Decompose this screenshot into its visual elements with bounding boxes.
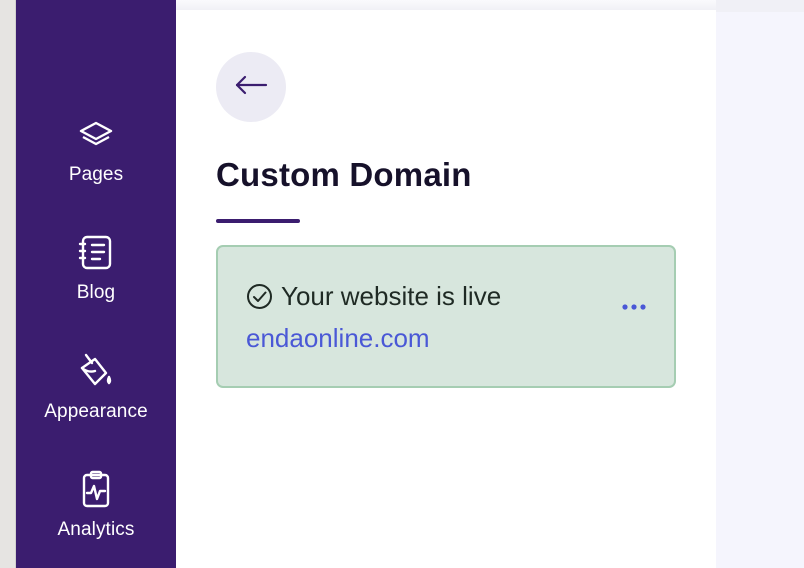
sidebar-item-appearance[interactable]: Appearance bbox=[16, 351, 176, 423]
status-row: Your website is live bbox=[246, 281, 501, 312]
more-horizontal-icon bbox=[621, 298, 647, 316]
right-content-area bbox=[716, 0, 804, 568]
title-underline bbox=[216, 219, 300, 223]
sidebar-item-label: Blog bbox=[76, 282, 116, 303]
domain-link[interactable]: endaonline.com bbox=[246, 323, 430, 354]
paint-bucket-icon bbox=[76, 351, 116, 391]
right-content-top bbox=[716, 0, 804, 12]
sidebar-item-analytics[interactable]: Analytics bbox=[16, 469, 176, 541]
check-circle-icon bbox=[246, 283, 273, 310]
domain-status-card: Your website is live endaonline.com bbox=[216, 245, 676, 388]
sidebar-item-label: Appearance bbox=[44, 401, 148, 422]
more-options-button[interactable] bbox=[614, 295, 654, 319]
sidebar-item-pages[interactable]: Pages bbox=[16, 114, 176, 186]
arrow-left-icon bbox=[233, 73, 269, 102]
notebook-icon bbox=[76, 232, 116, 272]
status-text: Your website is live bbox=[281, 281, 502, 311]
sidebar: Pages Blog Appearance Analytics bbox=[16, 0, 176, 568]
back-button[interactable] bbox=[216, 52, 286, 122]
window-edge bbox=[0, 0, 16, 568]
layers-icon bbox=[76, 114, 116, 154]
page-title: Custom Domain bbox=[216, 156, 472, 193]
clipboard-pulse-icon bbox=[76, 469, 116, 509]
sidebar-item-label: Pages bbox=[68, 164, 124, 185]
panel-top-shade bbox=[176, 0, 716, 10]
sidebar-item-blog[interactable]: Blog bbox=[16, 232, 176, 304]
sidebar-item-label: Analytics bbox=[57, 519, 135, 540]
